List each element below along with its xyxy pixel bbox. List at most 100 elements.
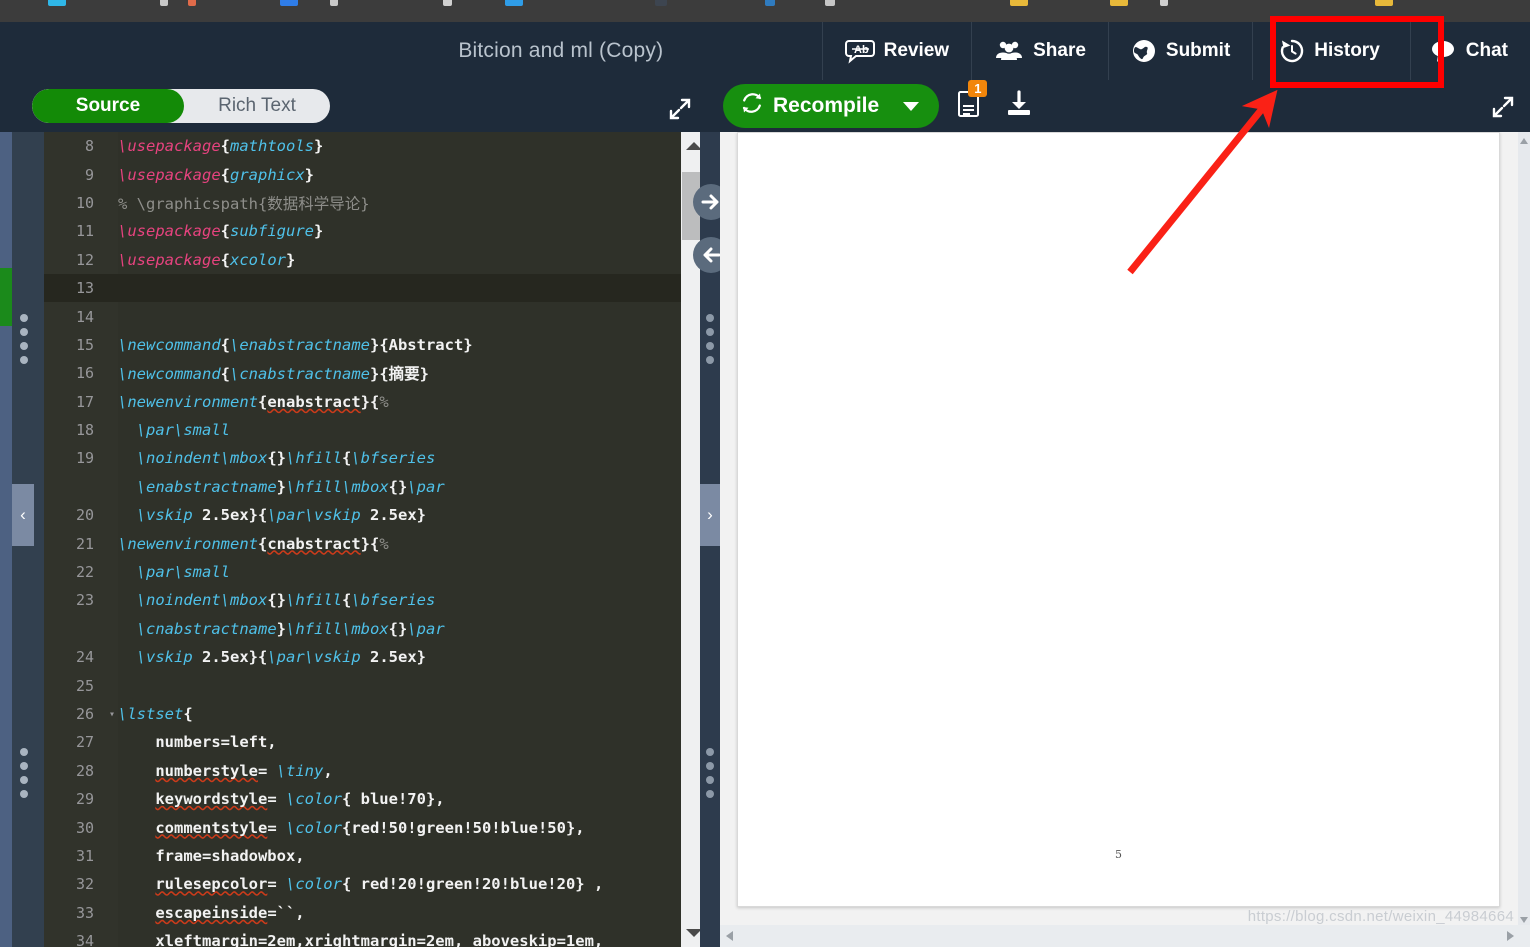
recompile-button[interactable]: Recompile: [723, 84, 940, 128]
code-text: \par\small: [136, 563, 230, 582]
page-title: Bitcion and ml (Copy): [458, 39, 664, 62]
expand-pdf-icon[interactable]: [1490, 94, 1516, 125]
code-line[interactable]: 32 rulesepcolor= \color{ red!20!green!20…: [44, 870, 681, 898]
bookmark-icon[interactable]: [1110, 0, 1128, 6]
code-line[interactable]: 22 \par\small: [44, 558, 681, 586]
compile-logs-button[interactable]: 1: [957, 79, 988, 124]
chat-bubble-icon: [1429, 39, 1457, 63]
change-marker: [0, 268, 12, 326]
pdf-scroll-down-arrow-icon[interactable]: [1520, 917, 1528, 923]
code-text: \noindent\mbox{}\hfill{\bfseries: [136, 591, 436, 610]
code-line[interactable]: 10 % \graphicspath{数据科学导论}: [44, 189, 681, 217]
code-line[interactable]: 28 numberstyle= \tiny,: [44, 757, 681, 785]
code-lines[interactable]: 8 \usepackage{mathtools} 9 \usepackage{grap…: [44, 132, 681, 947]
share-button[interactable]: Share: [971, 22, 1108, 80]
code-line[interactable]: 15 \newcommand{\enabstractname}{Abstract}: [44, 331, 681, 359]
splitter-grip-dots[interactable]: [706, 314, 714, 370]
bookmark-icon[interactable]: [330, 0, 338, 6]
arrow-right-circle-icon: [701, 194, 719, 210]
code-line[interactable]: 16 \newcommand{\cnabstractname}{摘要}: [44, 359, 681, 387]
review-icon: Ab: [844, 38, 875, 64]
pdf-scroll-left-arrow-icon[interactable]: [726, 931, 733, 941]
download-pdf-button[interactable]: [1005, 89, 1033, 123]
editor-toolbar: Source Rich Text: [0, 80, 719, 132]
code-line[interactable]: 23 \noindent\mbox{}\hfill{\bfseries: [44, 586, 681, 614]
code-line[interactable]: 19 \noindent\mbox{}\hfill{\bfseries: [44, 444, 681, 472]
secondary-toolbars: Source Rich Text Recompile 1: [0, 79, 1530, 132]
code-line[interactable]: 31 frame=shadowbox,: [44, 842, 681, 870]
code-line[interactable]: 14: [44, 302, 681, 330]
bookmark-icon[interactable]: [765, 0, 775, 6]
tab-rich-text[interactable]: Rich Text: [184, 89, 330, 123]
line-number: 15: [75, 335, 94, 354]
code-line[interactable]: 30 commentstyle= \color{red!50!green!50!…: [44, 813, 681, 841]
bookmark-icon[interactable]: [48, 0, 66, 6]
bookmark-icon[interactable]: [1160, 0, 1168, 6]
editor-mode-switch[interactable]: Source Rich Text: [32, 89, 330, 123]
history-button[interactable]: History: [1252, 22, 1409, 80]
pdf-horizontal-scrollbar[interactable]: [720, 925, 1530, 947]
top-actions: Ab Review Share Submit History Chat: [821, 22, 1530, 80]
pdf-vertical-scrollbar[interactable]: [1518, 132, 1530, 947]
line-number: 23: [75, 591, 94, 610]
code-line[interactable]: 33 escapeinside=``,: [44, 899, 681, 927]
code-line[interactable]: 34 xleftmargin=2em,xrightmargin=2em, abo…: [44, 927, 681, 947]
pane-splitter[interactable]: ›: [693, 132, 729, 947]
bookmark-icon[interactable]: [1010, 0, 1028, 6]
code-line[interactable]: 27 numbers=left,: [44, 728, 681, 756]
editor-grip-dots[interactable]: [20, 314, 28, 370]
code-line[interactable]: 8 \usepackage{mathtools}: [44, 132, 681, 160]
code-line[interactable]: \enabstractname}\hfill\mbox{}\par: [44, 473, 681, 501]
bookmark-icon[interactable]: [160, 0, 168, 6]
code-text: \usepackage{graphicx}: [118, 165, 314, 184]
bookmark-icon[interactable]: [655, 0, 667, 6]
code-line[interactable]: 11 \usepackage{subfigure}: [44, 217, 681, 245]
bookmark-icon[interactable]: [280, 0, 298, 6]
code-line[interactable]: 13: [44, 274, 681, 302]
review-button[interactable]: Ab Review: [821, 22, 971, 80]
chat-button[interactable]: Chat: [1409, 22, 1530, 80]
line-number: 18: [75, 421, 94, 440]
code-text: rulesepcolor= \color{ red!20!green!20!bl…: [155, 875, 604, 894]
code-line[interactable]: 18 \par\small: [44, 416, 681, 444]
code-text: \newenvironment{enabstract}{%: [118, 392, 389, 411]
bookmark-icon[interactable]: [443, 0, 452, 6]
change-gutter: [0, 132, 12, 947]
line-number: 33: [75, 903, 94, 922]
pdf-scroll-up-arrow-icon[interactable]: [1520, 138, 1528, 144]
download-pdf-icon: [1008, 89, 1031, 115]
code-line[interactable]: \cnabstractname}\hfill\mbox{}\par: [44, 615, 681, 643]
code-line[interactable]: 17 \newenvironment{enabstract}{%: [44, 388, 681, 416]
code-line[interactable]: 24 \vskip 2.5ex}{\par\vskip 2.5ex}: [44, 643, 681, 671]
splitter-grip-dots[interactable]: [706, 748, 714, 804]
code-line[interactable]: 25: [44, 671, 681, 699]
pdf-scroll-right-arrow-icon[interactable]: [1507, 931, 1514, 941]
code-line[interactable]: 26 ▾ \lstset{: [44, 700, 681, 728]
code-line[interactable]: 29 keywordstyle= \color{ blue!70},: [44, 785, 681, 813]
line-number: 14: [75, 307, 94, 326]
arrow-left-circle-icon: [703, 247, 721, 263]
line-number: 8: [84, 137, 94, 156]
fold-toggle-icon[interactable]: ▾: [106, 709, 118, 720]
bookmark-icon[interactable]: [505, 0, 523, 6]
tab-source[interactable]: Source: [32, 89, 184, 123]
code-line[interactable]: 9 \usepackage{graphicx}: [44, 160, 681, 188]
editor-grip-dots[interactable]: [20, 748, 28, 804]
collapse-pdf-button[interactable]: ›: [700, 484, 720, 546]
code-line[interactable]: 21 \newenvironment{cnabstract}{%: [44, 529, 681, 557]
submit-button[interactable]: Submit: [1107, 22, 1252, 80]
compile-logs-badge: 1: [968, 79, 988, 97]
bookmark-icon[interactable]: [825, 0, 835, 6]
bookmark-icon[interactable]: [1375, 0, 1393, 6]
line-number: 21: [75, 534, 94, 553]
chevron-down-icon[interactable]: [903, 101, 920, 111]
expand-editor-icon[interactable]: [667, 96, 693, 127]
code-line[interactable]: 20 \vskip 2.5ex}{\par\vskip 2.5ex}: [44, 501, 681, 529]
code-editor[interactable]: ‹ 8 \usepackage{mathtools} 9 \usepackage{gr…: [0, 132, 719, 947]
code-line[interactable]: 12 \usepackage{xcolor}: [44, 246, 681, 274]
line-number: 26: [75, 705, 94, 723]
bookmark-icon[interactable]: [188, 0, 196, 6]
pdf-preview-pane[interactable]: 5 https://blog.csdn.net/weixin_44984664: [720, 132, 1530, 947]
line-number: 22: [75, 563, 94, 582]
collapse-file-tree-button[interactable]: ‹: [12, 484, 34, 546]
